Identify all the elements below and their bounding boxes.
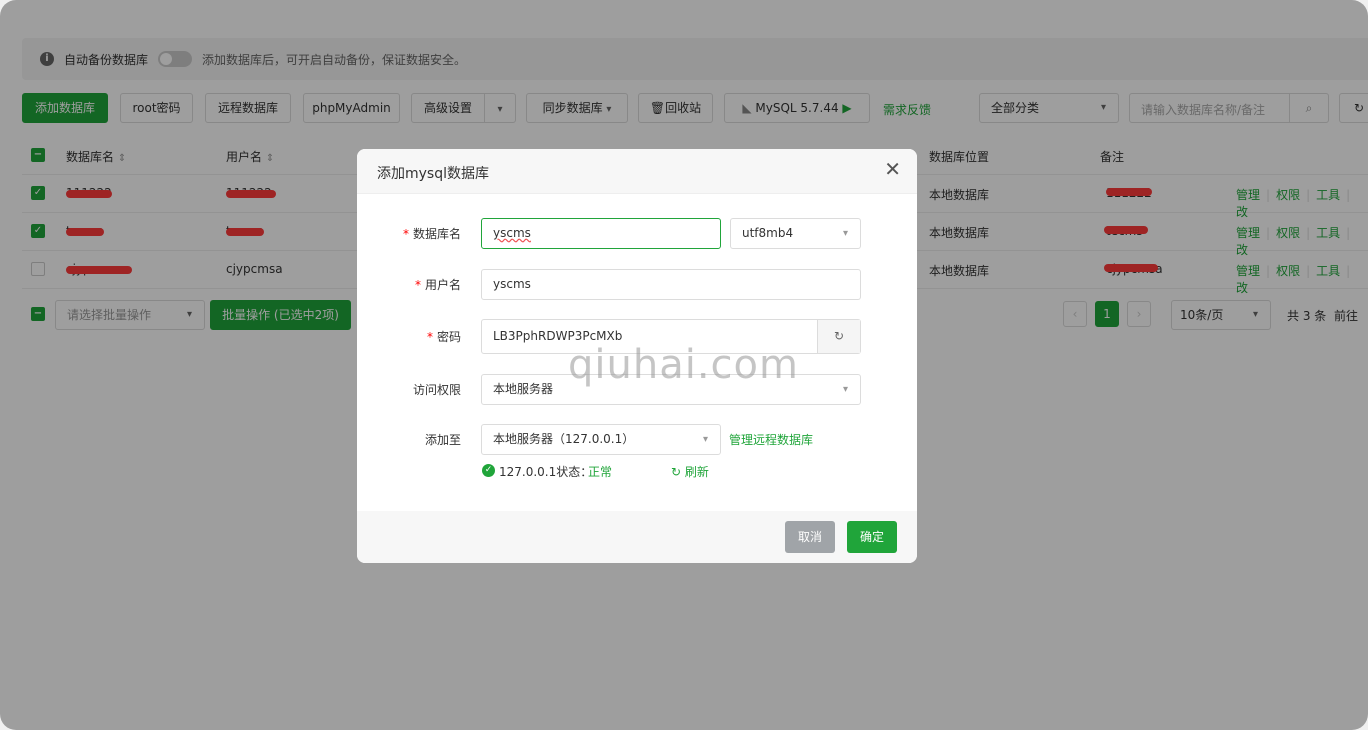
username-input[interactable]: yscms — [481, 269, 861, 300]
dialog-header: 添加mysql数据库 ✕ — [357, 149, 917, 194]
add-to-label: 添加至 — [424, 433, 461, 447]
chevron-down-icon: ▾ — [842, 228, 848, 239]
manage-remote-db-link[interactable]: 管理远程数据库 — [729, 431, 813, 448]
confirm-button[interactable]: 确定 — [847, 521, 897, 553]
charset-value: utf8mb4 — [742, 226, 794, 240]
charset-select[interactable]: utf8mb4 ▾ — [730, 218, 861, 249]
username-value: yscms — [493, 277, 531, 291]
access-value: 本地服务器 — [493, 382, 554, 396]
server-status-label: 127.0.0.1状态： — [499, 465, 593, 479]
server-status-value: 正常 — [588, 465, 613, 479]
check-circle-icon: ✓ — [482, 464, 495, 477]
db-name-label: * 数据库名 — [402, 227, 461, 241]
db-name-value: yscms — [493, 226, 531, 240]
dialog-title: 添加mysql数据库 — [377, 166, 489, 182]
refresh-status-button[interactable]: ↻ 刷新 — [671, 463, 709, 480]
app-window: i 自动备份数据库 添加数据库后，可开启自动备份，保证数据安全。 添加数据库 r… — [0, 0, 1368, 730]
cancel-button[interactable]: 取消 — [785, 521, 835, 553]
refresh-icon: ↻ — [833, 329, 845, 343]
dialog-footer: 取消 确定 — [357, 511, 917, 563]
refresh-icon: ↻ — [671, 465, 682, 479]
password-label: * 密码 — [426, 330, 461, 344]
close-icon[interactable]: ✕ — [884, 159, 901, 179]
regenerate-password-button[interactable]: ↻ — [817, 320, 860, 353]
db-name-input[interactable]: yscms — [481, 218, 721, 249]
access-label: 访问权限 — [412, 383, 461, 397]
user-label: * 用户名 — [414, 278, 461, 292]
server-value: 本地服务器（127.0.0.1） — [493, 432, 635, 446]
server-select[interactable]: 本地服务器（127.0.0.1） ▾ — [481, 424, 721, 455]
chevron-down-icon: ▾ — [842, 384, 848, 395]
password-value: LB3PphRDWP3PcMXb — [493, 329, 623, 343]
watermark: qiuhai.com — [568, 342, 799, 388]
chevron-down-icon: ▾ — [702, 434, 708, 445]
